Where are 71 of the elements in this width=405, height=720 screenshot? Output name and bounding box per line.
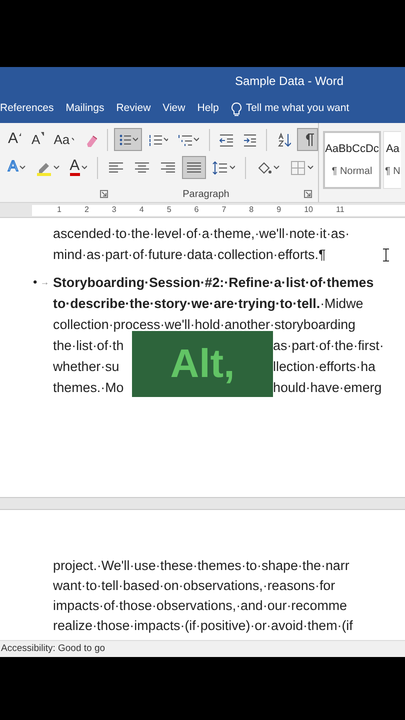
tell-me-field[interactable]: Tell me what you want [230,101,350,117]
justify-button[interactable] [182,156,206,179]
caret-icon [162,137,168,142]
body-text: hould·have·emerg [273,379,382,397]
align-right-icon [160,160,176,176]
font-color-button[interactable]: A [66,156,92,179]
ribbon-tab[interactable]: Review [110,101,157,117]
body-text: ascended·to·the·level·of·a·theme,·we'll·note·it·as· [53,226,350,241]
ruler-number: 5 [166,204,172,216]
lightbulb-icon [230,102,242,116]
body-text: the·list·of·th [53,337,125,355]
align-center-icon [134,160,150,176]
caret-icon [52,165,60,170]
line-spacing-icon [212,160,228,176]
decrease-indent-icon [219,132,233,148]
text-cursor-icon [382,248,390,262]
style-option[interactable]: Aa ¶ N [383,131,402,189]
ribbon-tab[interactable]: Help [191,101,225,117]
body-text: llection·efforts·ha [273,358,376,376]
bullet-heading: Storyboarding·Session·#2:·Refine·a·list·of·themes [53,275,374,290]
ribbon-tab[interactable]: References [0,101,60,117]
body-text: to·describe·the·story·we·are·trying·to·tell.·Midwe [53,296,364,311]
ruler-number: 9 [276,204,282,216]
paint-bucket-icon [256,160,272,176]
sort-icon [277,132,291,148]
body-text: want·to·tell·based·on·observations,·reasons·for [53,578,336,593]
key-overlay: Alt, [132,331,273,397]
ribbon-tab[interactable]: View [156,101,192,117]
body-text: mind·as·part·of·future·data·collection·efforts.¶ [53,247,326,262]
grow-font-button[interactable]: A [4,128,26,151]
group-label: Paragraph [182,188,230,202]
ruler-number: 3 [112,204,116,216]
ruler-number: 10 [304,204,313,216]
body-text: realize·those·impacts·(if·positive)·or·avoid·them·(if [53,618,353,633]
body-text: themes.·Mo [53,379,125,397]
status-text: Accessibility: Good to go [1,642,106,656]
justify-icon [186,160,202,176]
caret-icon [228,165,236,170]
body-text: whether·su [53,358,120,376]
bullet-list-button[interactable] [114,128,142,151]
caret-icon [132,137,138,142]
body-text: project.·We'll·use·these·themes·to·shape·the·narr [53,558,350,573]
ribbon-tab[interactable]: Mailings [60,101,110,117]
pilcrow-button[interactable] [296,128,318,151]
caret-icon [80,165,88,170]
ruler-number: 7 [222,204,226,216]
ruler-number: 8 [249,204,254,216]
up-caret-icon [19,132,22,136]
caret-icon [273,165,280,170]
ruler-number: 4 [139,204,144,216]
tab-mark: → [40,276,50,289]
ruler-number: 2 [84,204,89,216]
body-text: as·part·of·the·first· [273,337,384,355]
shrink-font-button[interactable]: A [27,128,48,151]
ruler-number: 1 [57,204,62,216]
caret-icon [41,132,44,136]
borders-icon [290,160,306,176]
change-case-button[interactable]: Aa [50,128,78,151]
window-title: Sample Data - Word [235,73,344,90]
body-text: impacts·of·those·observations,·and·our·recomme [53,598,347,613]
caret-icon [19,165,26,170]
ruler-number: 11 [336,204,344,216]
style-option[interactable]: AaBbCcDc ¶ Normal [323,131,381,189]
caret-icon [192,137,199,142]
increase-indent-icon [242,132,256,148]
ruler-number: 6 [194,204,199,216]
bullet-mark: • [33,274,38,291]
caret-icon [307,165,314,170]
body-text: collection·process·we'll·hold·another·storyboarding [53,317,356,332]
caret-icon [70,137,74,142]
align-left-icon [108,160,124,176]
